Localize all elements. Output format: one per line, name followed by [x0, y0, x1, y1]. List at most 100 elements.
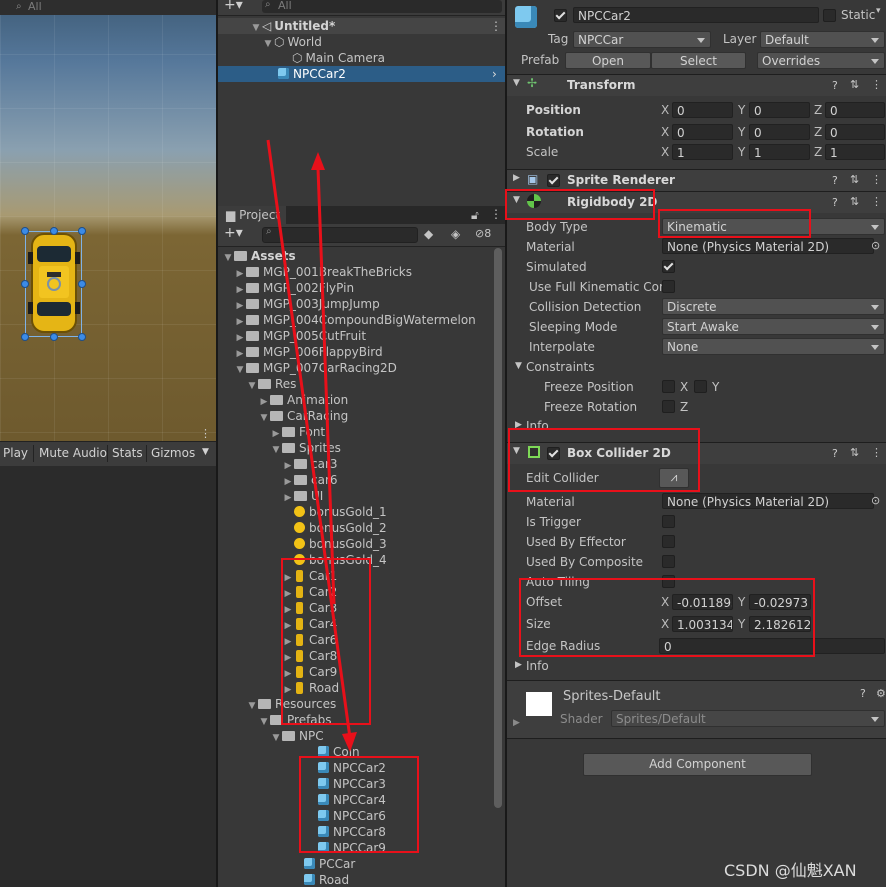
rotation-x-axis-label[interactable]: X — [661, 125, 669, 139]
presets-icon[interactable]: ⇅ — [850, 195, 859, 208]
resize-handle-bottom[interactable] — [50, 333, 58, 341]
foldout-arrow-icon[interactable]: ▶ — [513, 718, 520, 728]
scene-menu-icon[interactable]: ⋮ — [200, 427, 211, 440]
layer-dropdown[interactable]: Default — [760, 31, 885, 48]
project-search-input[interactable]: ⌕ — [262, 226, 418, 243]
create-plus-icon[interactable]: +▾ — [224, 0, 243, 13]
prefab-open-button[interactable]: Open — [565, 52, 651, 69]
scene-menu-icon[interactable]: ⋮ — [490, 18, 502, 34]
resize-handle-right[interactable] — [78, 280, 86, 288]
help-icon[interactable]: ? — [832, 174, 838, 187]
rb-material-field[interactable]: None (Physics Material 2D) — [662, 238, 874, 254]
scale-z-input[interactable]: 1 — [825, 144, 885, 160]
object-picker-icon[interactable]: ⊙ — [871, 494, 880, 507]
foldout-arrow-icon[interactable]: ▶ — [513, 173, 520, 183]
help-icon[interactable]: ? — [860, 687, 866, 700]
project-tree-item[interactable]: ▶ Font — [218, 424, 505, 440]
presets-icon[interactable]: ⇅ — [850, 173, 859, 186]
object-name-input[interactable]: NPCCar2 — [573, 7, 819, 23]
active-checkbox[interactable] — [554, 9, 567, 22]
transform-header[interactable]: ▼ ✢ Transform ? ⇅ ⋮ — [507, 74, 886, 96]
gizmos-dropdown-icon[interactable]: ▼ — [202, 447, 209, 457]
presets-icon[interactable]: ⇅ — [850, 78, 859, 91]
bc-info-label[interactable]: Info — [526, 659, 549, 673]
resize-handle-top-left[interactable] — [21, 227, 29, 235]
freeze-rotation-z-checkbox[interactable] — [662, 400, 675, 413]
play-toggle[interactable]: Play — [3, 446, 28, 460]
project-tree-item[interactable]: bonusGold_1 — [218, 504, 505, 520]
tag-dropdown[interactable]: NPCCar — [573, 31, 711, 48]
foldout-arrow-icon[interactable]: ▶ — [515, 660, 522, 670]
foldout-arrow-icon[interactable]: ▼ — [513, 78, 520, 88]
freeze-position-y-checkbox[interactable] — [694, 380, 707, 393]
sprite-renderer-enabled-checkbox[interactable] — [547, 174, 560, 187]
resize-handle-left[interactable] — [21, 280, 29, 288]
help-icon[interactable]: ? — [832, 79, 838, 92]
material-preview[interactable]: Sprites-Default Shader Sprites/Default ▶… — [507, 680, 886, 739]
interpolate-dropdown[interactable]: None — [662, 338, 885, 355]
gizmos-toggle[interactable]: Gizmos — [151, 446, 195, 460]
help-icon[interactable]: ? — [832, 447, 838, 460]
position-z-input[interactable]: 0 — [825, 102, 885, 118]
project-tree-item[interactable]: bonusGold_2 — [218, 520, 505, 536]
prefab-overrides-dropdown[interactable]: Overrides — [757, 52, 885, 69]
hierarchy-item-world[interactable]: ▼ ⬡ World — [218, 34, 505, 50]
selection-rect[interactable] — [25, 231, 82, 337]
hierarchy-search-input[interactable]: ⌕ All — [262, 0, 502, 13]
hierarchy-item-main-camera[interactable]: ⬡ Main Camera — [218, 50, 505, 66]
position-x-axis-label[interactable]: X — [661, 103, 669, 117]
project-tree-item[interactable]: ▶ Animation — [218, 392, 505, 408]
filter-type-icon[interactable]: ◆ — [424, 227, 433, 241]
project-tree-item[interactable]: ▶ MGP_003JumpJump — [218, 296, 505, 312]
is-trigger-checkbox[interactable] — [662, 515, 675, 528]
presets-icon[interactable]: ⇅ — [850, 446, 859, 459]
project-tree-item[interactable]: ▼ Assets — [218, 248, 505, 264]
used-by-composite-checkbox[interactable] — [662, 555, 675, 568]
rotation-y-axis-label[interactable]: Y — [738, 125, 745, 139]
component-menu-icon[interactable]: ⋮ — [871, 195, 882, 208]
resize-handle-bottom-left[interactable] — [21, 333, 29, 341]
position-x-input[interactable]: 0 — [672, 102, 733, 118]
project-tree-item[interactable]: ▼ CarRacing — [218, 408, 505, 424]
static-dropdown-icon[interactable]: ▾ — [876, 6, 881, 16]
scale-y-input[interactable]: 1 — [749, 144, 810, 160]
foldout-arrow-icon[interactable]: ▼ — [515, 361, 522, 371]
create-plus-icon[interactable]: +▾ — [224, 225, 243, 241]
project-tree-item[interactable]: ▶ MGP_006FlappyBird — [218, 344, 505, 360]
project-tree-item[interactable]: PCCar — [218, 856, 505, 872]
lock-icon[interactable]: 🔓︎ — [471, 208, 479, 223]
sprite-renderer-header[interactable]: ▶ ▣ Sprite Renderer ? ⇅ ⋮ — [507, 169, 886, 191]
component-menu-icon[interactable]: ⋮ — [871, 446, 882, 459]
scale-z-axis-label[interactable]: Z — [814, 145, 822, 159]
sleeping-mode-dropdown[interactable]: Start Awake — [662, 318, 885, 335]
scene-view[interactable]: ⌕ All ⋮ — [0, 0, 216, 441]
help-icon[interactable]: ? — [832, 196, 838, 209]
scale-x-input[interactable]: 1 — [672, 144, 733, 160]
project-tree-item[interactable]: ▼ NPC — [218, 728, 505, 744]
freeze-position-x-checkbox[interactable] — [662, 380, 675, 393]
scale-y-axis-label[interactable]: Y — [738, 145, 745, 159]
project-tree-item[interactable]: ▼ Sprites — [218, 440, 505, 456]
project-tree-item[interactable]: ▼ Res — [218, 376, 505, 392]
collision-detection-dropdown[interactable]: Discrete — [662, 298, 885, 315]
prefab-select-button[interactable]: Select — [651, 52, 746, 69]
chevron-right-icon[interactable]: › — [492, 66, 497, 82]
shader-dropdown[interactable]: Sprites/Default — [611, 710, 885, 727]
tab-project[interactable]: ▆ Project — [218, 206, 286, 224]
scene-search-bar[interactable]: ⌕ All — [0, 0, 216, 15]
component-menu-icon[interactable]: ⋮ — [871, 78, 882, 91]
project-tree-item[interactable]: ▶ MGP_001BreakTheBricks — [218, 264, 505, 280]
mute-audio-toggle[interactable]: Mute Audio — [39, 446, 107, 460]
full-kinematic-checkbox[interactable] — [662, 280, 675, 293]
simulated-checkbox[interactable] — [662, 260, 675, 273]
rotation-z-axis-label[interactable]: Z — [814, 125, 822, 139]
project-tree-item[interactable]: ▼ MGP_007CarRacing2D — [218, 360, 505, 376]
object-picker-icon[interactable]: ⊙ — [871, 239, 880, 252]
position-z-axis-label[interactable]: Z — [814, 103, 822, 117]
project-tree-item[interactable]: ▶ MGP_005CutFruit — [218, 328, 505, 344]
scale-x-axis-label[interactable]: X — [661, 145, 669, 159]
project-tree-item[interactable]: bonusGold_3 — [218, 536, 505, 552]
position-y-input[interactable]: 0 — [749, 102, 810, 118]
project-tree-item[interactable]: ▶ car3 — [218, 456, 505, 472]
resize-handle-top[interactable] — [50, 227, 58, 235]
